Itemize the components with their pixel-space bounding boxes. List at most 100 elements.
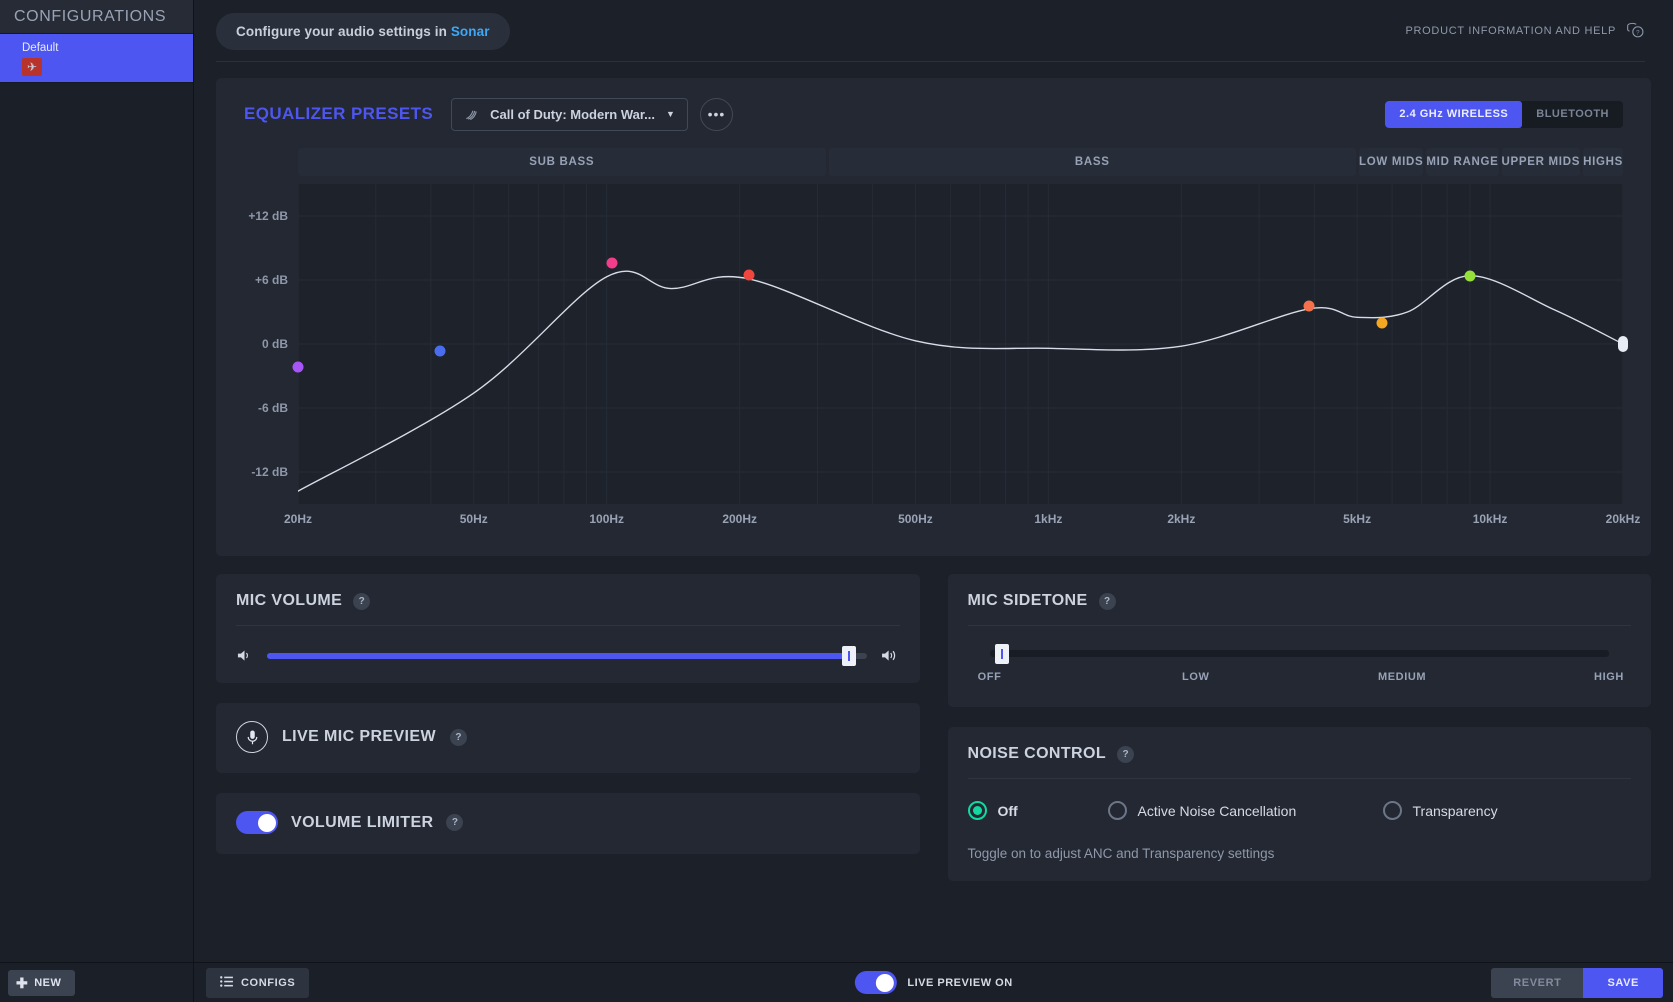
x-tick-label: 200Hz: [722, 512, 757, 526]
sonar-link[interactable]: Sonar: [451, 24, 490, 39]
noise-control-help-icon[interactable]: ?: [1117, 745, 1135, 763]
footer-actions: REVERT SAVE: [1491, 967, 1663, 998]
x-tick-label: 100Hz: [589, 512, 625, 526]
app-root: CONFIGURATIONS Default ✈ ✚ NEW Configure…: [0, 0, 1673, 1002]
radio-icon-anc: [1107, 801, 1127, 820]
band-highs[interactable]: HIGHS: [1583, 148, 1624, 176]
mic-sidetone-knob[interactable]: [994, 643, 1009, 664]
noise-control-card: NOISE CONTROL ? Off Active Noise Cancell…: [947, 727, 1651, 881]
band-bass[interactable]: BASS: [828, 148, 1357, 176]
band-sub-bass[interactable]: SUB BASS: [298, 148, 826, 176]
configurations-list: Default ✈: [0, 33, 193, 962]
x-tick-label: 1kHz: [1034, 512, 1063, 526]
divider: [967, 778, 1631, 779]
x-tick-label: 20kHz: [1605, 512, 1641, 526]
new-config-label: NEW: [34, 976, 62, 989]
live-preview-control: LIVE PREVIEW ON: [854, 971, 1012, 994]
volume-limiter-card: VOLUME LIMITER ?: [216, 793, 920, 854]
equalizer-curve-svg[interactable]: [298, 184, 1623, 504]
mic-volume-slider[interactable]: [267, 645, 867, 666]
divider: [236, 625, 900, 626]
config-item-label: Default: [22, 41, 59, 54]
noise-control-header: NOISE CONTROL ?: [968, 745, 1632, 763]
noise-option-off-label: Off: [997, 802, 1018, 819]
chevron-down-icon: ▼: [666, 109, 675, 119]
jet-icon: ✈: [22, 57, 42, 76]
topbar: Configure your audio settings in Sonar P…: [194, 0, 1673, 62]
noise-control-options: Off Active Noise Cancellation Transparen…: [967, 801, 1632, 820]
configs-button[interactable]: CONFIGS: [206, 967, 310, 998]
sonar-promo-button[interactable]: Configure your audio settings in Sonar: [216, 12, 510, 50]
noise-option-off[interactable]: Off: [967, 801, 1108, 820]
preset-more-button[interactable]: •••: [699, 97, 733, 131]
x-tick-label: 10kHz: [1472, 512, 1508, 526]
save-button[interactable]: SAVE: [1583, 967, 1663, 998]
main-area: Configure your audio settings in Sonar P…: [194, 0, 1673, 1002]
x-tick-label: 500Hz: [898, 512, 933, 526]
sidetone-label-low: LOW: [1182, 671, 1210, 683]
revert-button[interactable]: REVERT: [1491, 967, 1584, 998]
settings-columns: MIC VOLUME ? LIVE MIC PREVIEW ? VOLUME L…: [216, 574, 1651, 881]
config-item-default[interactable]: Default ✈: [0, 33, 193, 83]
eq-point-band-7[interactable]: [1464, 270, 1476, 282]
volume-limiter-toggle[interactable]: [236, 811, 278, 834]
equalizer-header: EQUALIZER PRESETS Call of Duty: Modern W…: [236, 96, 1631, 132]
chat-question-icon: ?: [1625, 22, 1645, 40]
sidetone-label-high: HIGH: [1594, 671, 1624, 683]
equalizer-graph[interactable]: [292, 184, 1628, 504]
connection-option-wireless[interactable]: 2.4 GHz WIRELESS: [1385, 100, 1523, 128]
mic-volume-help-icon[interactable]: ?: [353, 592, 371, 610]
band-mid-range[interactable]: MID RANGE: [1426, 148, 1499, 176]
x-tick-label: 50Hz: [459, 512, 488, 526]
band-low-mids[interactable]: LOW MIDS: [1359, 148, 1424, 176]
svg-text:?: ?: [1636, 30, 1640, 37]
eq-point-band-5[interactable]: [1303, 300, 1315, 312]
preset-selected-label: Call of Duty: Modern War...: [490, 106, 656, 122]
connection-option-bluetooth[interactable]: BLUETOOTH: [1522, 101, 1623, 128]
live-preview-toggle[interactable]: [854, 971, 897, 994]
eq-point-band-8[interactable]: [1618, 336, 1628, 352]
y-tick-label: +12 dB: [248, 209, 288, 223]
eq-point-band-3[interactable]: [606, 257, 618, 269]
sonar-promo-text: Configure your audio settings in: [236, 23, 451, 39]
toggle-knob: [875, 973, 894, 992]
volume-limiter-help-icon[interactable]: ?: [446, 814, 464, 831]
volume-limiter-row: VOLUME LIMITER ?: [236, 811, 900, 834]
y-tick-label: +6 dB: [254, 273, 288, 287]
mic-sidetone-slider-wrap: OFF LOW MEDIUM HIGH: [968, 643, 1632, 687]
microphone-icon[interactable]: [236, 721, 268, 753]
product-help-button[interactable]: PRODUCT INFORMATION AND HELP ?: [1406, 22, 1646, 40]
live-mic-preview-help-icon[interactable]: ?: [449, 728, 467, 746]
preset-dropdown[interactable]: Call of Duty: Modern War... ▼: [451, 97, 688, 131]
divider: [967, 625, 1631, 626]
noise-option-anc[interactable]: Active Noise Cancellation: [1107, 801, 1383, 820]
eq-point-band-1[interactable]: [292, 361, 304, 373]
product-help-label: PRODUCT INFORMATION AND HELP: [1405, 25, 1616, 37]
mic-sidetone-title: MIC SIDETONE: [967, 592, 1088, 609]
connection-toggle: 2.4 GHz WIRELESS BLUETOOTH: [1385, 100, 1623, 128]
speaker-high-icon: [881, 648, 900, 663]
sidebar-footer: ✚ NEW: [0, 962, 193, 1002]
live-mic-preview-card: LIVE MIC PREVIEW ?: [216, 703, 920, 773]
left-column: MIC VOLUME ? LIVE MIC PREVIEW ? VOLUME L…: [216, 574, 920, 881]
mic-volume-title: MIC VOLUME: [236, 592, 343, 609]
sidebar-header: CONFIGURATIONS: [0, 0, 193, 33]
mic-volume-knob[interactable]: [841, 645, 856, 666]
speaker-low-icon: [236, 648, 253, 663]
mic-volume-card: MIC VOLUME ?: [216, 574, 920, 683]
equalizer-graph-wrap: +12 dB +6 dB 0 dB -6 dB -12 dB 20Hz 50Hz 100Hz…: [236, 184, 1640, 534]
eq-point-band-6[interactable]: [1376, 317, 1388, 329]
new-config-button[interactable]: ✚ NEW: [8, 969, 76, 996]
mic-sidetone-help-icon[interactable]: ?: [1098, 592, 1116, 610]
noise-control-hint: Toggle on to adjust ANC and Transparency…: [967, 846, 1275, 861]
live-mic-preview-row: LIVE MIC PREVIEW ?: [236, 721, 900, 753]
equalizer-y-axis: +12 dB +6 dB 0 dB -6 dB -12 dB: [236, 184, 298, 504]
noise-control-title: NOISE CONTROL: [967, 745, 1107, 762]
noise-option-transparency[interactable]: Transparency: [1382, 801, 1498, 820]
band-upper-mids[interactable]: UPPER MIDS: [1501, 148, 1581, 176]
sidetone-label-off: OFF: [977, 671, 1002, 683]
eq-point-band-4[interactable]: [743, 269, 755, 281]
mic-sidetone-scale: OFF LOW MEDIUM HIGH: [978, 671, 1624, 687]
eq-point-band-2[interactable]: [434, 345, 446, 357]
mic-sidetone-slider[interactable]: [989, 643, 1609, 664]
